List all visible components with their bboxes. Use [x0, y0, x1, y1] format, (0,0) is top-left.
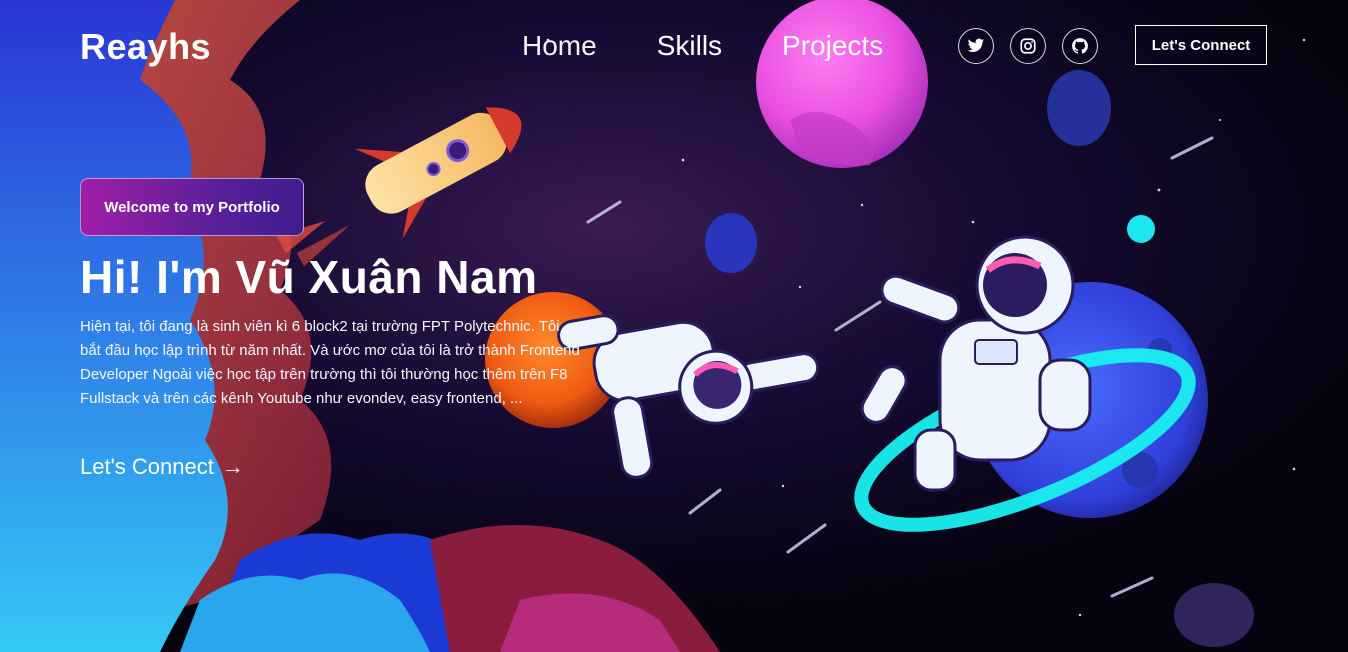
nav-link-projects[interactable]: Projects [782, 30, 883, 62]
hero-title: Hi! I'm Vũ Xuân Nam [80, 251, 538, 303]
nav-link-home[interactable]: Home [522, 30, 597, 62]
nav-links: Home Skills Projects [522, 30, 943, 62]
nav-link-skills[interactable]: Skills [657, 30, 722, 62]
github-icon [1072, 38, 1088, 54]
hero-connect-label: Let's Connect [80, 454, 214, 479]
instagram-icon [1020, 38, 1036, 54]
instagram-link[interactable] [1010, 28, 1046, 64]
arrow-right-icon: → [221, 454, 244, 479]
lets-connect-button[interactable]: Let's Connect [1135, 25, 1267, 65]
twitter-link[interactable] [958, 28, 994, 64]
welcome-tagline-badge: Welcome to my Portfolio [80, 178, 304, 236]
github-link[interactable] [1062, 28, 1098, 64]
twitter-icon [967, 38, 985, 52]
hero-description: Hiện tại, tôi đang là sinh viên kì 6 blo… [80, 318, 580, 407]
navbar: Reayhs Home Skills Projects Let's Connec… [0, 0, 1348, 96]
hero-connect-link[interactable]: Let's Connect → [80, 454, 244, 480]
social-icons [958, 28, 1114, 64]
brand-logo[interactable]: Reayhs [80, 26, 211, 68]
